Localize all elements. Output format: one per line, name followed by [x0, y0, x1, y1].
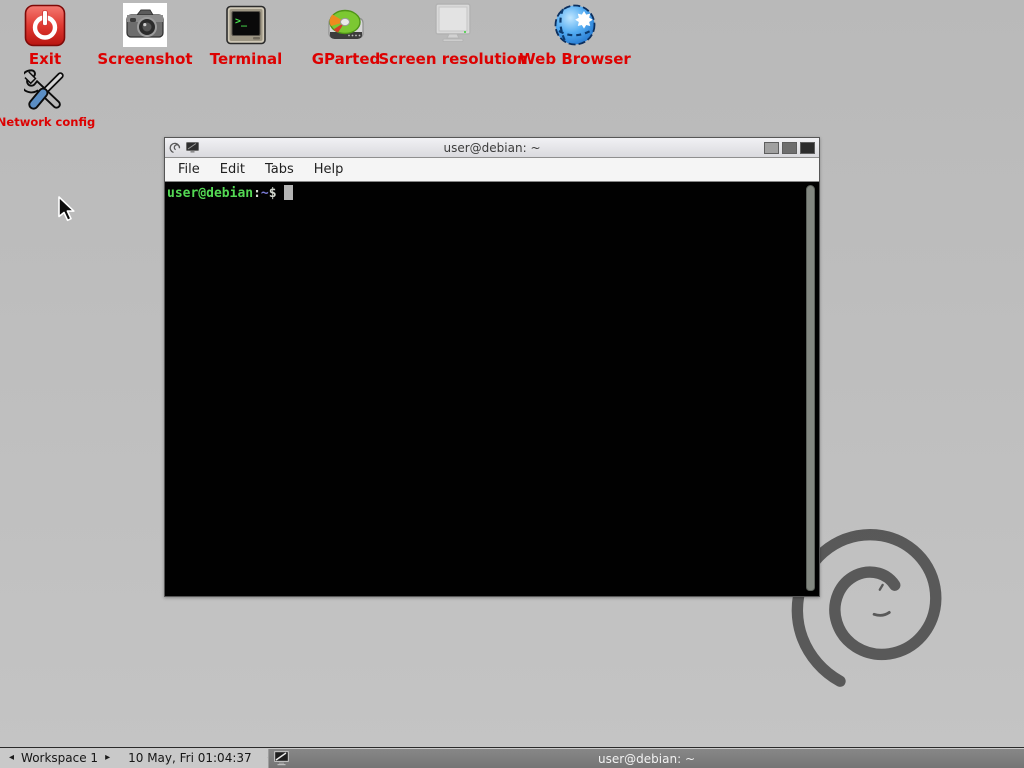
clock: 10 May, Fri 01:04:37 — [128, 751, 252, 765]
minimize-button[interactable] — [764, 142, 779, 154]
desktop-icon-label: Terminal — [210, 52, 283, 67]
menu-help[interactable]: Help — [312, 160, 346, 179]
window-title: user@debian: ~ — [165, 141, 819, 155]
terminal-window: user@debian: ~ File Edit Tabs Help user@… — [164, 137, 820, 597]
workspace-label: Workspace 1 — [21, 751, 98, 765]
camera-icon — [123, 3, 167, 47]
desktop-icon-network-config[interactable]: Network config — [0, 68, 116, 129]
maximize-button[interactable] — [782, 142, 797, 154]
window-titlebar[interactable]: user@debian: ~ — [165, 138, 819, 158]
shell-prompt: user@debian:~$ — [167, 185, 293, 201]
menu-tabs[interactable]: Tabs — [263, 160, 296, 179]
terminal-crt-icon: >_ — [224, 3, 268, 47]
task-monitor-icon — [273, 750, 290, 766]
menu-edit[interactable]: Edit — [218, 160, 247, 179]
exit-icon — [23, 3, 67, 47]
svg-text:>_: >_ — [235, 16, 248, 27]
taskbar-button-title: user@debian: ~ — [598, 752, 695, 766]
terminal-screen[interactable]: user@debian:~$ — [165, 182, 819, 596]
taskbar-button-terminal[interactable]: user@debian: ~ — [268, 749, 1024, 768]
desktop-icon-label: Web Browser — [519, 52, 631, 67]
workspace-prev-arrow[interactable]: ◂ — [7, 753, 16, 763]
prompt-user-host: user@debian — [167, 186, 253, 201]
taskbar-panel: ◂ Workspace 1 ▸ 10 May, Fri 01:04:37 ◂ ▸… — [0, 747, 1024, 768]
debian-swirl-icon — [169, 142, 181, 154]
scrollbar-thumb[interactable] — [806, 185, 815, 591]
prompt-path: ~ — [261, 186, 269, 201]
mouse-cursor — [57, 196, 77, 222]
desktop-icon-label: Network config — [0, 117, 95, 129]
menu-file[interactable]: File — [176, 160, 202, 179]
tools-icon — [24, 68, 68, 112]
gparted-disk-icon — [324, 3, 368, 47]
desktop-icon-screen-resolution[interactable]: Screen resolution — [383, 3, 523, 67]
workspace-next-arrow[interactable]: ▸ — [103, 753, 112, 763]
scrollbar-track[interactable] — [805, 184, 817, 594]
menu-bar: File Edit Tabs Help — [165, 158, 819, 182]
desktop-icon-label: Exit — [29, 52, 61, 67]
desktop-icon-web-browser[interactable]: Web Browser — [505, 3, 645, 67]
globe-icon — [553, 3, 597, 47]
desktop-icon-label: GParted — [312, 52, 381, 67]
text-cursor — [284, 185, 293, 200]
terminal-app-icon — [186, 142, 199, 153]
prompt-separator: : — [253, 186, 261, 201]
close-button[interactable] — [800, 142, 815, 154]
prompt-symbol: $ — [269, 186, 277, 201]
monitor-icon — [431, 3, 475, 47]
